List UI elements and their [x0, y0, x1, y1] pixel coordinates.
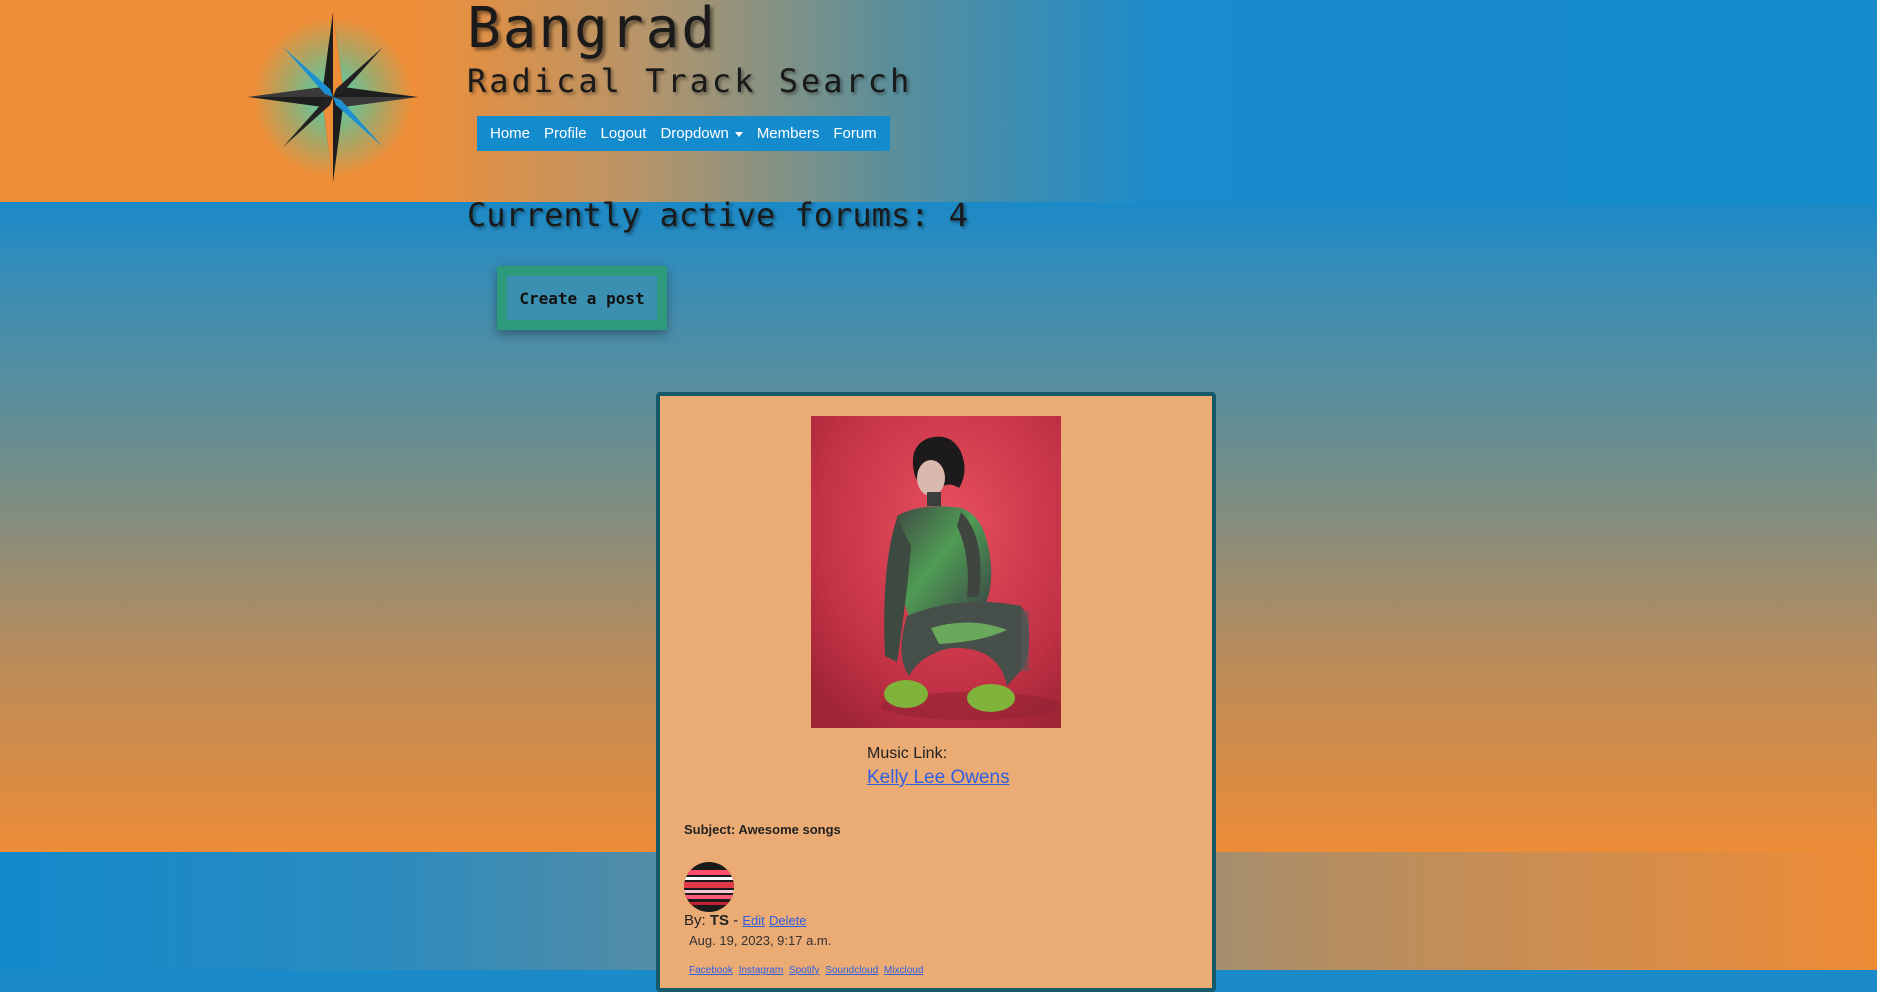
- nav-profile[interactable]: Profile: [537, 125, 594, 142]
- instagram-link[interactable]: Instagram: [739, 965, 783, 976]
- edit-link[interactable]: Edit: [742, 913, 764, 928]
- nav-members[interactable]: Members: [750, 125, 827, 142]
- music-link[interactable]: Kelly Lee Owens: [867, 767, 1010, 789]
- avatar[interactable]: [684, 862, 734, 912]
- post-timestamp: Aug. 19, 2023, 9:17 a.m.: [689, 933, 831, 948]
- create-post-label: Create a post: [507, 276, 657, 320]
- nav-logout[interactable]: Logout: [594, 125, 654, 142]
- nav-dropdown-label: Dropdown: [660, 125, 728, 142]
- by-label: By:: [684, 912, 706, 929]
- facebook-link[interactable]: Facebook: [689, 965, 733, 976]
- byline-separator: -: [733, 912, 738, 929]
- forums-count-heading: Currently active forums: 4: [467, 196, 968, 234]
- nav-dropdown[interactable]: Dropdown: [653, 125, 749, 142]
- create-post-button[interactable]: Create a post: [497, 266, 667, 330]
- post-byline: By: TS - Edit Delete: [684, 912, 807, 929]
- mixcloud-link[interactable]: Mixcloud: [884, 965, 923, 976]
- main-navbar: Home Profile Logout Dropdown Members For…: [477, 116, 890, 151]
- social-links: Facebook Instagram Spotify Soundcloud Mi…: [689, 965, 926, 976]
- compass-star-icon: [238, 4, 428, 190]
- forum-post-card: Music Link: Kelly Lee Owens Subject: Awe…: [656, 392, 1216, 992]
- soundcloud-link[interactable]: Soundcloud: [825, 965, 878, 976]
- music-link-label: Music Link:: [867, 745, 947, 763]
- caret-down-icon: [735, 132, 743, 137]
- post-image: [811, 416, 1061, 728]
- post-author: TS: [710, 912, 729, 929]
- delete-link[interactable]: Delete: [769, 913, 807, 928]
- nav-forum[interactable]: Forum: [826, 125, 883, 142]
- post-subject: Subject: Awesome songs: [684, 822, 841, 837]
- site-subtitle: Radical Track Search: [467, 62, 912, 100]
- nav-home[interactable]: Home: [483, 125, 537, 142]
- spotify-link[interactable]: Spotify: [789, 965, 820, 976]
- site-title: Bangrad: [467, 0, 717, 61]
